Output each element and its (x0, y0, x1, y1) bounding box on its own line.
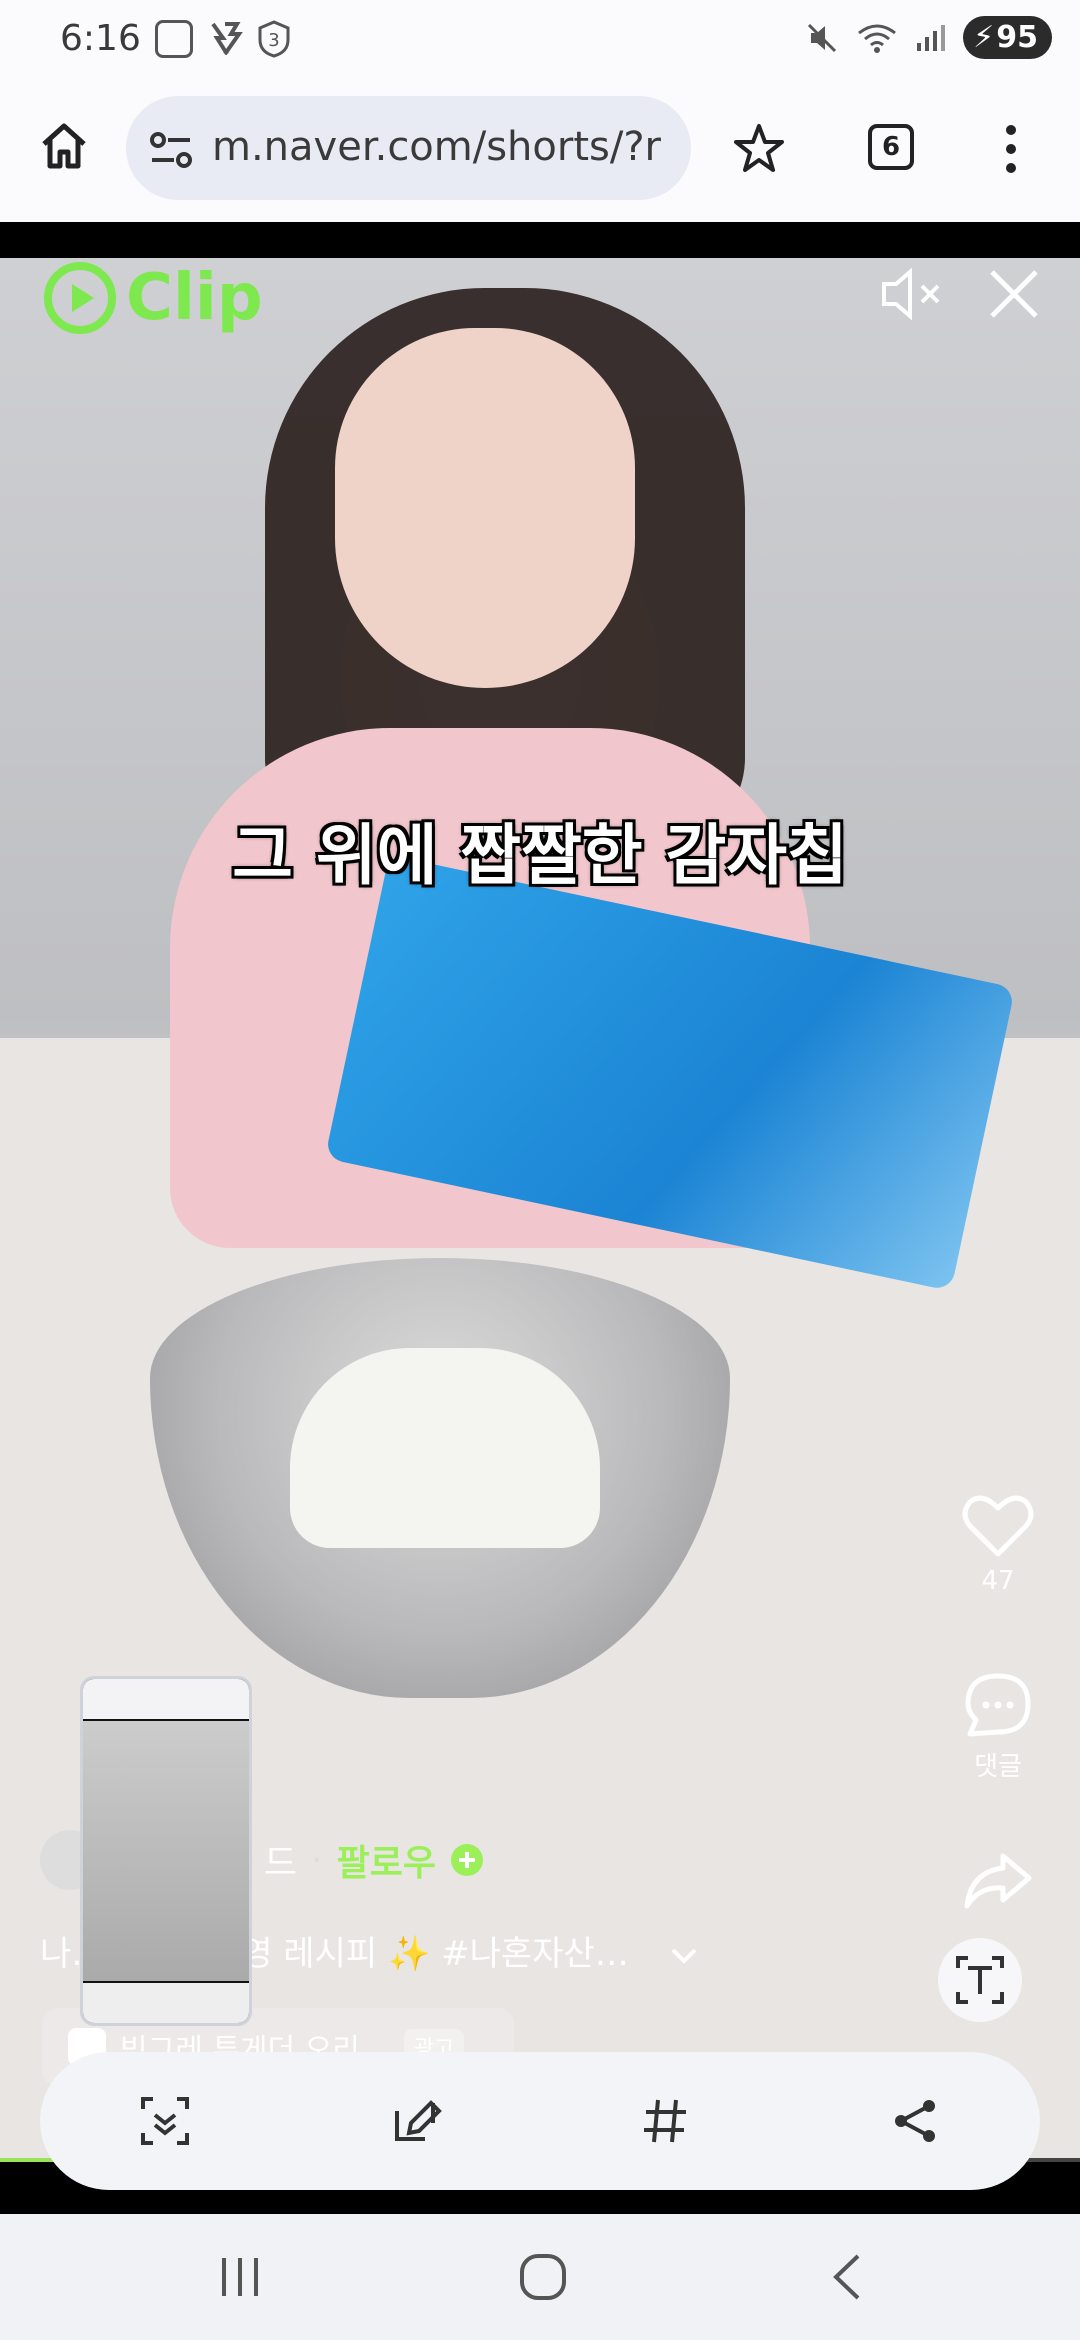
site-settings-icon[interactable] (148, 130, 194, 170)
wifi-icon (858, 24, 897, 53)
comment-icon (965, 1673, 1031, 1737)
hashtag-icon (644, 2099, 686, 2143)
video-ice-cream (290, 1348, 600, 1548)
home-circle-icon[interactable] (518, 2252, 568, 2302)
back-icon[interactable] (830, 2252, 864, 2302)
status-left-icons: 3 (155, 20, 291, 58)
share-icon (964, 1853, 1032, 1909)
url-text: m.naver.com/shorts/?r (212, 124, 662, 170)
text-extract-icon (956, 1956, 1004, 2004)
status-right-icons: ⚡ 95 (805, 16, 1052, 59)
follow-plus-icon[interactable] (450, 1843, 484, 1877)
signal-icon (917, 24, 946, 51)
recent-apps-icon[interactable] (218, 2252, 262, 2302)
shield-badge-icon: 3 (258, 20, 290, 58)
share-capture-button[interactable] (855, 2071, 975, 2171)
clip-logo: Clip (40, 258, 263, 338)
bookmark-star-icon[interactable] (732, 122, 786, 176)
charging-icon: ⚡ (973, 20, 995, 55)
video-subtitle: 그 위에 짭짤한 감자칩 (232, 817, 848, 894)
hashtag-button[interactable] (605, 2071, 725, 2171)
more-vert-icon[interactable] (1004, 122, 1018, 176)
text-extract-button[interactable] (938, 1938, 1022, 2022)
separator-dot: · (311, 1839, 323, 1881)
screenshot-icon (155, 20, 193, 58)
svg-text:3: 3 (268, 30, 279, 51)
comment-label: 댓글 (974, 1752, 1022, 1782)
share-button[interactable] (948, 1850, 1048, 1914)
thumbnail-nav (83, 1983, 249, 2023)
share-nodes-icon (895, 2100, 935, 2142)
follow-label[interactable]: 팔로우 (337, 1834, 436, 1886)
video-person-face (335, 328, 635, 688)
comment-button[interactable]: 댓글 (948, 1672, 1048, 1783)
battery-indicator: ⚡ 95 (963, 16, 1052, 59)
battery-level: 95 (996, 20, 1038, 55)
clip-logo-icon (44, 262, 116, 334)
thumbnail-video (83, 1721, 249, 1981)
edit-icon (395, 2100, 442, 2141)
browser-toolbar: m.naver.com/shorts/?r 6 (0, 82, 1080, 222)
mute-status-icon (808, 23, 837, 52)
home-icon[interactable] (38, 120, 90, 172)
like-count: 47 (981, 1566, 1015, 1596)
status-time: 6:16 (60, 18, 141, 59)
like-button[interactable]: 47 (948, 1492, 1048, 1596)
screenshot-preview-thumbnail[interactable] (80, 1676, 252, 2026)
system-navigation-bar (0, 2214, 1080, 2340)
status-bar: 6:16 3 ⚡ 95 (0, 0, 1080, 82)
thumbnail-browser-bar (83, 1679, 249, 1719)
mute-icon[interactable] (878, 264, 948, 324)
capture-toolbar (40, 2052, 1040, 2190)
close-icon[interactable] (988, 268, 1040, 320)
heart-icon (962, 1495, 1034, 1557)
scroll-capture-button[interactable] (105, 2071, 225, 2171)
flash-off-icon (211, 22, 243, 56)
address-bar[interactable]: m.naver.com/shorts/?r (126, 96, 691, 200)
expand-chevron-icon[interactable] (670, 1947, 698, 1965)
edit-button[interactable] (355, 2071, 475, 2171)
channel-name[interactable]: 드 (264, 1834, 297, 1886)
scan-icon (141, 2097, 189, 2145)
clip-logo-text: Clip (126, 261, 263, 335)
tab-switcher-button[interactable]: 6 (868, 124, 914, 170)
